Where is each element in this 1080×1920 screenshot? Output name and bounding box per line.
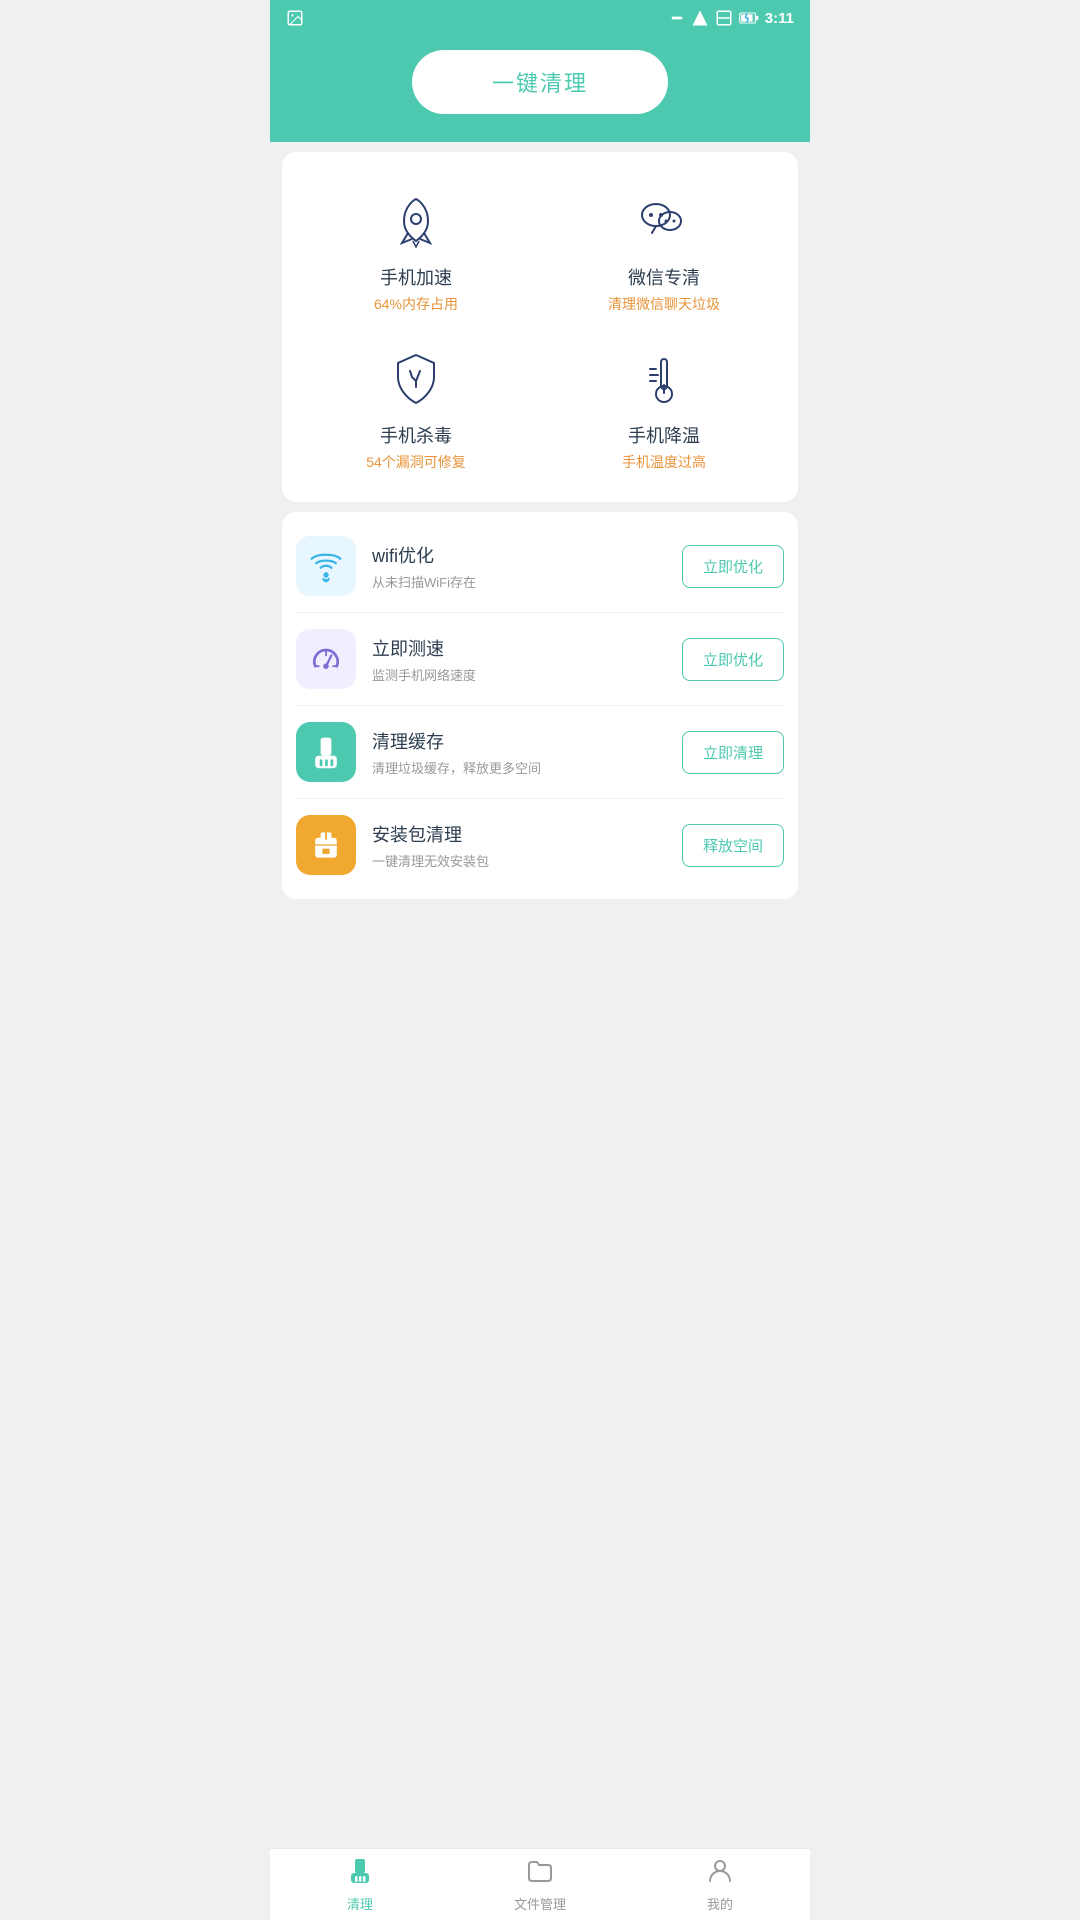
tool-apk-text: 安装包清理 一键清理无效安装包 xyxy=(372,821,682,870)
speedometer-icon xyxy=(308,641,344,677)
nav-broom-icon xyxy=(346,1857,374,1890)
feature-phone-boost-subtitle: 64%内存占用 xyxy=(374,294,458,314)
shield-icon xyxy=(381,344,451,414)
rocket-icon xyxy=(381,186,451,256)
feature-cool-down[interactable]: 手机降温 手机温度过高 xyxy=(540,334,788,482)
package-icon-wrap xyxy=(296,815,356,875)
wifi-icon xyxy=(308,548,344,584)
package-icon xyxy=(308,827,344,863)
tool-cache-name: 清理缓存 xyxy=(372,728,682,754)
feature-grid: 手机加速 64%内存占用 微信专清 清理微信聊天垃圾 xyxy=(292,176,788,482)
tool-wifi-optimize[interactable]: wifi优化 从未扫描WiFi存在 立即优化 xyxy=(296,520,784,613)
status-left xyxy=(286,9,304,27)
feature-antivirus-subtitle: 54个漏洞可修复 xyxy=(366,452,466,472)
tool-wifi-text: wifi优化 从未扫描WiFi存在 xyxy=(372,542,682,591)
wechat-icon xyxy=(629,186,699,256)
thermometer-icon xyxy=(629,344,699,414)
nav-clean[interactable]: 清理 xyxy=(270,1849,450,1920)
broom-icon-wrap xyxy=(296,722,356,782)
minus-icon xyxy=(669,10,685,26)
speedometer-icon-wrap xyxy=(296,629,356,689)
nav-file-label: 文件管理 xyxy=(514,1894,566,1913)
status-bar: 3:11 xyxy=(270,0,810,36)
feature-antivirus[interactable]: 手机杀毒 54个漏洞可修复 xyxy=(292,334,540,482)
feature-cool-down-title: 手机降温 xyxy=(628,422,700,448)
battery-icon xyxy=(739,11,759,25)
nav-mine[interactable]: 我的 xyxy=(630,1849,810,1920)
one-click-clean-button[interactable]: 一键清理 xyxy=(412,50,668,114)
sim-icon xyxy=(715,9,733,27)
tool-apk-name: 安装包清理 xyxy=(372,821,682,847)
feature-card: 手机加速 64%内存占用 微信专清 清理微信聊天垃圾 xyxy=(282,152,798,502)
wifi-icon-wrap xyxy=(296,536,356,596)
nav-mine-label: 我的 xyxy=(707,1894,733,1913)
cache-clean-button[interactable]: 立即清理 xyxy=(682,731,784,774)
feature-wechat-clean-title: 微信专清 xyxy=(628,264,700,290)
header: 一键清理 xyxy=(270,36,810,142)
tool-wifi-name: wifi优化 xyxy=(372,542,682,568)
feature-wechat-clean[interactable]: 微信专清 清理微信聊天垃圾 xyxy=(540,176,788,324)
tool-cache-text: 清理缓存 清理垃圾缓存，释放更多空间 xyxy=(372,728,682,777)
feature-phone-boost-title: 手机加速 xyxy=(380,264,452,290)
tool-speed-test[interactable]: 立即测速 监测手机网络速度 立即优化 xyxy=(296,613,784,706)
bottom-nav: 清理 文件管理 我的 xyxy=(270,1848,810,1920)
tool-cache-clean[interactable]: 清理缓存 清理垃圾缓存，释放更多空间 立即清理 xyxy=(296,706,784,799)
tool-apk-clean[interactable]: 安装包清理 一键清理无效安装包 释放空间 xyxy=(296,799,784,891)
nav-folder-icon xyxy=(526,1857,554,1890)
status-right: 3:11 xyxy=(669,9,794,27)
tool-list-card: wifi优化 从未扫描WiFi存在 立即优化 立即测速 监测手机网络速度 立即优… xyxy=(282,512,798,899)
tool-cache-desc: 清理垃圾缓存，释放更多空间 xyxy=(372,758,682,777)
feature-cool-down-subtitle: 手机温度过高 xyxy=(622,452,706,472)
broom-icon xyxy=(308,734,344,770)
speed-test-button[interactable]: 立即优化 xyxy=(682,638,784,681)
signal-icon xyxy=(691,9,709,27)
tool-wifi-desc: 从未扫描WiFi存在 xyxy=(372,572,682,591)
feature-wechat-clean-subtitle: 清理微信聊天垃圾 xyxy=(608,294,720,314)
apk-clean-button[interactable]: 释放空间 xyxy=(682,824,784,867)
tool-speed-name: 立即测速 xyxy=(372,635,682,661)
nav-person-icon xyxy=(706,1857,734,1890)
tool-apk-desc: 一键清理无效安装包 xyxy=(372,851,682,870)
photo-icon xyxy=(286,9,304,27)
time-display: 3:11 xyxy=(765,10,794,27)
nav-file-manager[interactable]: 文件管理 xyxy=(450,1849,630,1920)
tool-speed-text: 立即测速 监测手机网络速度 xyxy=(372,635,682,684)
wifi-optimize-button[interactable]: 立即优化 xyxy=(682,545,784,588)
nav-clean-label: 清理 xyxy=(347,1894,373,1913)
tool-speed-desc: 监测手机网络速度 xyxy=(372,665,682,684)
feature-antivirus-title: 手机杀毒 xyxy=(380,422,452,448)
feature-phone-boost[interactable]: 手机加速 64%内存占用 xyxy=(292,176,540,324)
